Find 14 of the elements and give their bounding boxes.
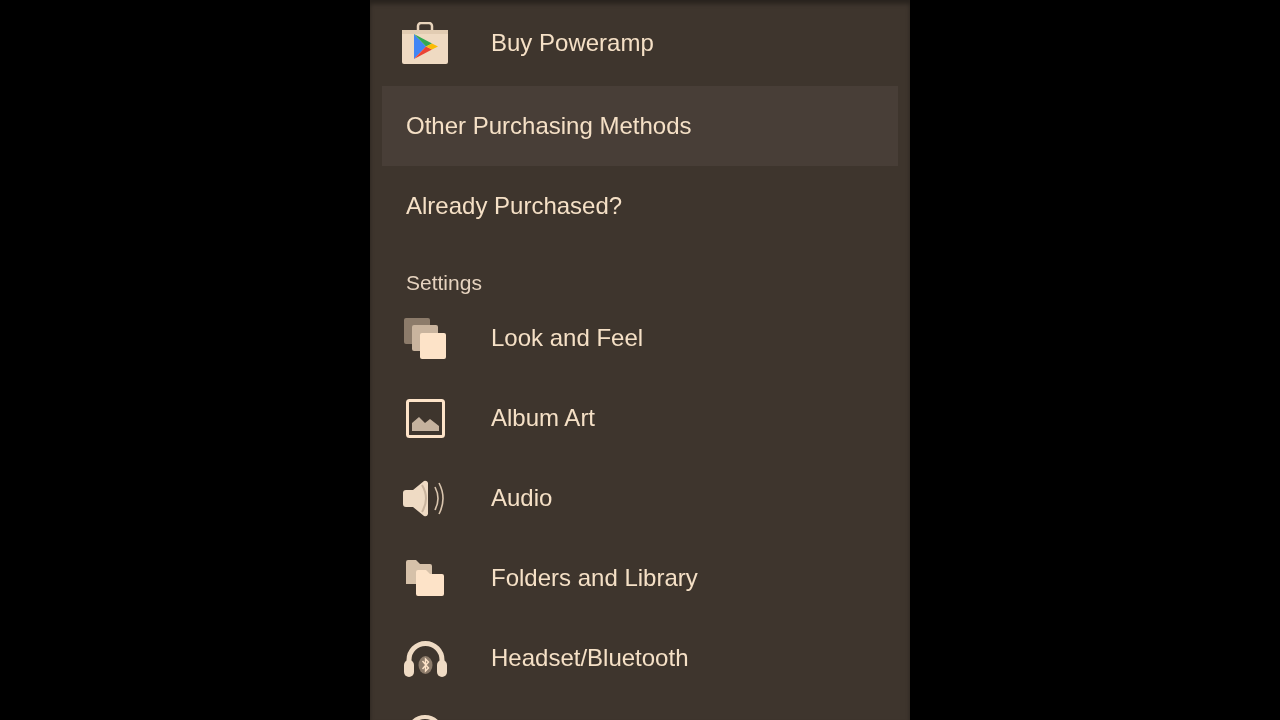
menu-item[interactable]: Already Purchased? (370, 166, 910, 246)
headphones-icon (403, 639, 447, 677)
section-header: Settings (406, 271, 482, 295)
menu-item[interactable]: Album Art (370, 378, 910, 458)
menu-item[interactable]: Folders and Library (370, 538, 910, 618)
picture-icon (405, 398, 445, 438)
menu-item[interactable]: Other Purchasing Methods (382, 86, 898, 166)
folders-icon (406, 560, 444, 596)
menu-item[interactable]: Look and Feel (370, 298, 910, 378)
stacked-squares-icon (404, 317, 446, 359)
menu-item[interactable]: Buy Poweramp (370, 0, 910, 86)
menu-item[interactable]: Audio (370, 458, 910, 538)
menu-item[interactable]: Headset/Bluetooth (370, 618, 910, 698)
shopping-bag-icon (402, 22, 448, 64)
